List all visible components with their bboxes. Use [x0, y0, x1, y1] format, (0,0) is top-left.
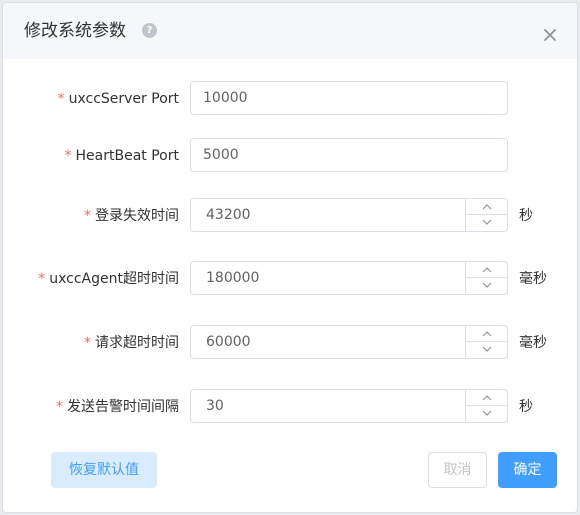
unit-label: 毫秒	[519, 335, 547, 351]
required-mark: *	[84, 335, 91, 351]
field-label: * HeartBeat Port	[65, 147, 179, 165]
alarm-interval-input[interactable]	[191, 390, 463, 422]
increase-button[interactable]	[466, 326, 507, 342]
cancel-button[interactable]: 取消	[428, 452, 487, 488]
field-label-text: HeartBeat Port	[75, 148, 179, 164]
dialog-title: 修改系统参数	[24, 21, 126, 41]
request-timeout-input[interactable]	[191, 326, 463, 358]
stepper-controls	[465, 199, 507, 231]
edit-system-params-dialog: 修改系统参数 ? *uxccServer Port *HeartBeat Por…	[2, 2, 578, 513]
uxcc-server-port-input[interactable]	[190, 81, 508, 115]
increase-button[interactable]	[466, 262, 507, 278]
chevron-up-icon	[482, 204, 492, 210]
alarm-interval-stepper	[190, 389, 508, 423]
chevron-up-icon	[482, 331, 492, 337]
chevron-down-icon	[482, 346, 492, 352]
decrease-button[interactable]	[466, 278, 507, 294]
field-label-text: 登录失效时间	[95, 208, 179, 224]
decrease-button[interactable]	[466, 215, 507, 231]
unit-label: 毫秒	[519, 271, 547, 287]
unit-label: 秒	[519, 208, 533, 224]
login-expire-stepper	[190, 198, 508, 232]
unit-label: 秒	[519, 399, 533, 415]
form-row-alarm-interval: *发送告警时间间隔 秒	[3, 389, 577, 427]
close-icon[interactable]	[543, 27, 557, 41]
field-label: * uxccAgent超时时间	[38, 270, 179, 288]
decrease-button[interactable]	[466, 342, 507, 358]
required-mark: *	[64, 148, 72, 164]
required-mark: *	[38, 271, 46, 287]
stepper-controls	[465, 326, 507, 358]
field-label-text: uxccAgent超时时间	[49, 271, 179, 287]
increase-button[interactable]	[466, 390, 507, 406]
chevron-down-icon	[482, 219, 492, 225]
field-label-text: 请求超时时间	[95, 335, 179, 351]
chevron-up-icon	[482, 267, 492, 273]
field-label: * 登录失效时间	[84, 207, 179, 225]
stepper-controls	[465, 262, 507, 294]
restore-defaults-button[interactable]: 恢复默认值	[51, 452, 157, 488]
stepper-controls	[465, 390, 507, 422]
question-circle-icon[interactable]: ?	[142, 23, 157, 38]
decrease-button[interactable]	[466, 406, 507, 422]
required-mark: *	[84, 208, 91, 224]
uxcc-agent-timeout-stepper	[190, 261, 508, 295]
chevron-up-icon	[482, 395, 492, 401]
form-row-heartbeat-port: * HeartBeat Port	[3, 138, 577, 176]
request-timeout-stepper	[190, 325, 508, 359]
uxcc-agent-timeout-input[interactable]	[191, 262, 463, 294]
field-label: * 请求超时时间	[84, 334, 179, 352]
form-row-uxcc-agent-timeout: *uxccAgent超时时间 毫秒	[3, 261, 577, 299]
field-label: * uxccServer Port	[58, 90, 179, 108]
form-row-login-expire: *登录失效时间 秒	[3, 198, 577, 236]
required-mark: *	[57, 91, 65, 107]
field-label-text: 发送告警时间间隔	[67, 399, 179, 415]
increase-button[interactable]	[466, 199, 507, 215]
form-row-request-timeout: *请求超时时间 毫秒	[3, 325, 577, 363]
dialog-header: 修改系统参数 ?	[3, 3, 577, 59]
form-row-uxcc-server-port: * uxccServer Port	[3, 81, 577, 119]
login-expire-input[interactable]	[191, 199, 463, 231]
heartbeat-port-input[interactable]	[190, 138, 508, 172]
chevron-down-icon	[482, 410, 492, 416]
required-mark: *	[56, 399, 63, 415]
field-label: * 发送告警时间间隔	[56, 398, 179, 416]
field-label-text: uxccServer Port	[68, 91, 179, 107]
chevron-down-icon	[482, 282, 492, 288]
confirm-button[interactable]: 确定	[498, 452, 557, 488]
